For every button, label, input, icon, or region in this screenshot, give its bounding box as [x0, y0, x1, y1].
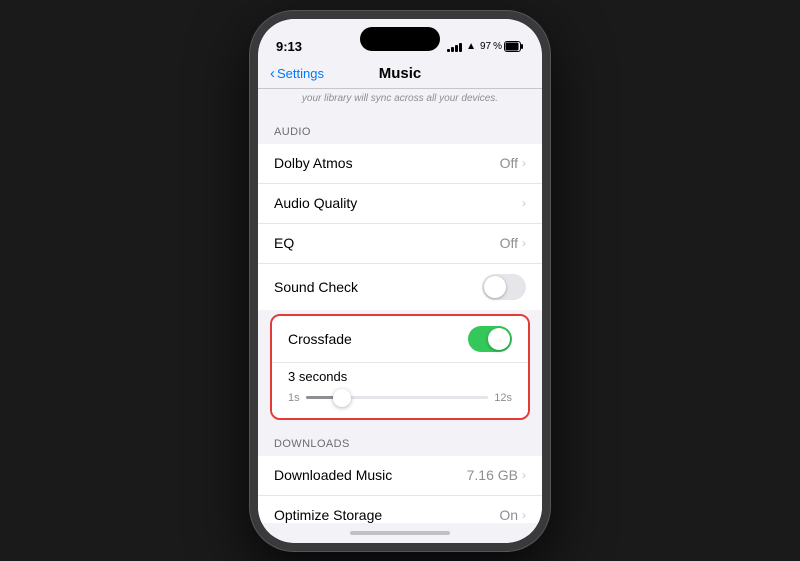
- battery-status: 97%: [480, 41, 524, 52]
- eq-label: EQ: [274, 235, 294, 251]
- eq-value: Off ›: [500, 235, 526, 251]
- sound-check-toggle[interactable]: [482, 274, 526, 300]
- nav-bar: ‹ Settings Music: [258, 63, 542, 89]
- nav-title: Music: [379, 65, 422, 82]
- downloaded-music-row[interactable]: Downloaded Music 7.16 GB ›: [258, 456, 542, 496]
- audio-quality-label: Audio Quality: [274, 195, 357, 211]
- content-area: your library will sync across all your d…: [258, 89, 542, 523]
- crossfade-seconds-label: 3 seconds: [288, 369, 512, 384]
- audio-settings-group: Dolby Atmos Off › Audio Quality › EQ Off…: [258, 144, 542, 310]
- nav-back-button[interactable]: ‹ Settings: [270, 65, 324, 82]
- optimize-storage-value: On ›: [499, 507, 526, 523]
- signal-bar-2: [451, 47, 454, 52]
- dolby-atmos-row[interactable]: Dolby Atmos Off ›: [258, 144, 542, 184]
- eq-row[interactable]: EQ Off ›: [258, 224, 542, 264]
- sound-check-row[interactable]: Sound Check: [258, 264, 542, 310]
- optimize-storage-chevron-icon: ›: [522, 508, 526, 522]
- dolby-atmos-label: Dolby Atmos: [274, 155, 353, 171]
- crossfade-slider-section: 3 seconds 1s 12s: [272, 363, 528, 418]
- downloaded-music-label: Downloaded Music: [274, 467, 392, 483]
- slider-track-row: 1s 12s: [288, 388, 512, 408]
- audio-quality-chevron-icon: ›: [522, 196, 526, 210]
- back-chevron-icon: ‹: [270, 65, 275, 82]
- status-bar: 9:13 ▲ 97%: [258, 19, 542, 63]
- optimize-storage-label: Optimize Storage: [274, 507, 382, 523]
- signal-bars: [447, 42, 462, 52]
- dolby-atmos-value: Off ›: [500, 155, 526, 171]
- top-note: your library will sync across all your d…: [258, 89, 542, 112]
- slider-max-label: 12s: [494, 392, 512, 404]
- crossfade-highlight-section: Crossfade 3 seconds 1s: [270, 314, 530, 420]
- crossfade-slider[interactable]: [306, 388, 489, 408]
- phone-frame: 9:13 ▲ 97%: [250, 11, 550, 551]
- eq-chevron-icon: ›: [522, 236, 526, 250]
- crossfade-toggle-thumb: [488, 328, 510, 350]
- dolby-atmos-chevron-icon: ›: [522, 156, 526, 170]
- nav-back-label: Settings: [277, 66, 324, 81]
- wifi-icon: ▲: [466, 41, 476, 52]
- battery-percent: 97: [480, 41, 491, 52]
- slider-min-label: 1s: [288, 392, 300, 404]
- phone-screen: 9:13 ▲ 97%: [258, 19, 542, 543]
- optimize-storage-row[interactable]: Optimize Storage On ›: [258, 496, 542, 523]
- crossfade-label: Crossfade: [288, 331, 352, 347]
- audio-quality-row[interactable]: Audio Quality ›: [258, 184, 542, 224]
- signal-bar-1: [447, 49, 450, 52]
- signal-bar-4: [459, 43, 462, 52]
- crossfade-row[interactable]: Crossfade: [272, 316, 528, 363]
- dynamic-island: [360, 27, 440, 51]
- status-icons: ▲ 97%: [447, 41, 524, 52]
- slider-thumb[interactable]: [333, 389, 351, 407]
- sound-check-toggle-thumb: [484, 276, 506, 298]
- audio-section-header: AUDIO: [258, 112, 542, 144]
- downloaded-music-chevron-icon: ›: [522, 468, 526, 482]
- status-time: 9:13: [276, 39, 302, 54]
- downloaded-music-value: 7.16 GB ›: [467, 467, 526, 483]
- crossfade-toggle[interactable]: [468, 326, 512, 352]
- signal-bar-3: [455, 45, 458, 52]
- sound-check-label: Sound Check: [274, 279, 358, 295]
- downloads-section-header: DOWNLOADS: [258, 424, 542, 456]
- home-bar: [350, 531, 450, 535]
- slider-track: [306, 396, 489, 399]
- battery-icon-svg: [504, 41, 524, 52]
- downloads-settings-group: Downloaded Music 7.16 GB › Optimize Stor…: [258, 456, 542, 523]
- home-indicator: [258, 523, 542, 543]
